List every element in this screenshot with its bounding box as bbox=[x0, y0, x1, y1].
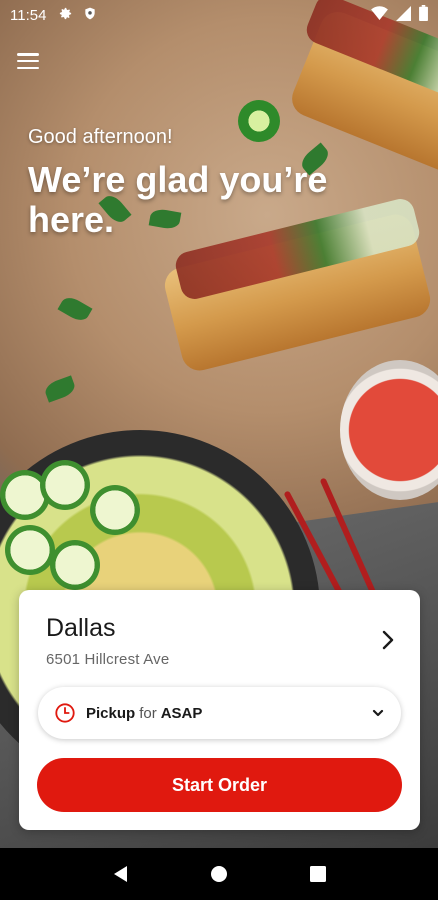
shield-icon bbox=[83, 6, 97, 25]
wifi-icon bbox=[371, 6, 388, 24]
status-time: 11:54 bbox=[10, 6, 47, 24]
chevron-right-icon bbox=[381, 630, 395, 650]
welcome-headline: We’re glad you’re here. bbox=[28, 159, 328, 240]
app-screen: 11:54 Good afternoon! We’re glad you’re … bbox=[0, 0, 438, 900]
location-address: 6501 Hillcrest Ave bbox=[46, 651, 170, 668]
location-selector[interactable]: Dallas 6501 Hillcrest Ave bbox=[19, 590, 420, 680]
clock-icon bbox=[54, 702, 76, 724]
status-bar: 11:54 bbox=[0, 0, 438, 30]
menu-icon-bar bbox=[17, 59, 39, 63]
menu-icon-bar bbox=[17, 53, 39, 56]
hamburger-menu-button[interactable] bbox=[16, 50, 40, 72]
menu-icon-bar bbox=[17, 66, 39, 69]
back-icon[interactable] bbox=[105, 859, 135, 889]
home-icon[interactable] bbox=[204, 859, 234, 889]
pickup-time: ASAP bbox=[160, 704, 203, 722]
start-order-button[interactable]: Start Order bbox=[37, 758, 402, 812]
recents-icon[interactable] bbox=[303, 859, 333, 889]
chevron-down-icon bbox=[371, 706, 385, 720]
gear-icon bbox=[58, 6, 73, 25]
pickup-text: Pickup for ASAP bbox=[86, 705, 202, 722]
pickup-time-dropdown[interactable]: Pickup for ASAP bbox=[38, 687, 401, 739]
signal-icon bbox=[396, 5, 411, 25]
greeting-text: Good afternoon! bbox=[28, 126, 173, 148]
location-name: Dallas bbox=[46, 614, 116, 642]
pickup-mode: Pickup bbox=[86, 704, 136, 722]
order-card: Dallas 6501 Hillcrest Ave Pickup for ASAP … bbox=[19, 590, 420, 830]
battery-icon bbox=[419, 5, 428, 25]
pickup-for-word: for bbox=[139, 704, 157, 722]
navigation-bar bbox=[0, 848, 438, 900]
